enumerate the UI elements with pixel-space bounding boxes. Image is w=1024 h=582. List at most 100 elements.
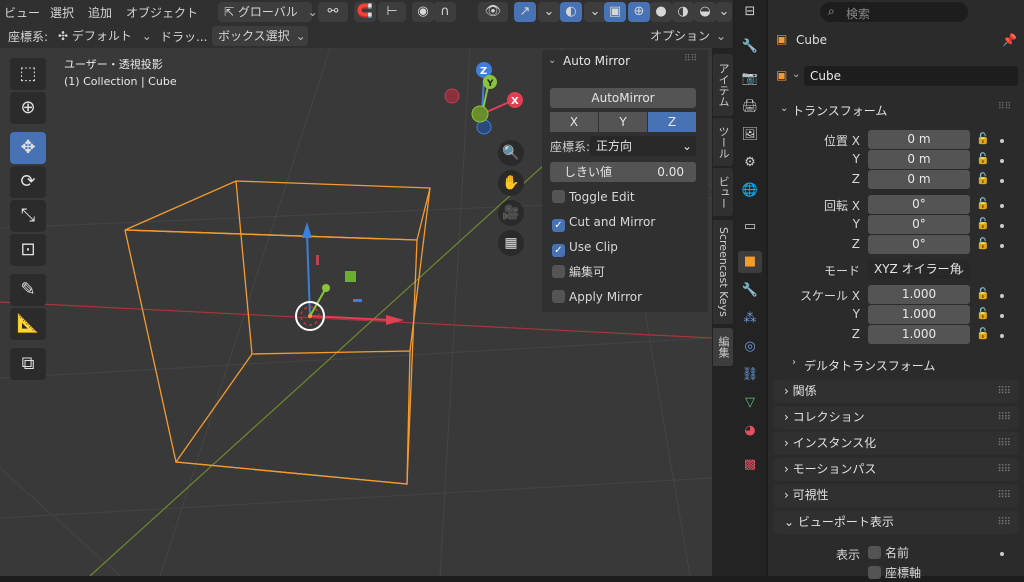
lock-icon[interactable]: 🔓 <box>976 287 990 300</box>
camera-button[interactable]: 🎥 <box>498 200 524 226</box>
tab-view[interactable]: ビュー <box>713 168 733 216</box>
overlays-icon[interactable]: ◐ <box>560 2 582 22</box>
collections-section[interactable]: › コレクション ⠿⠿ <box>774 406 1018 429</box>
keyframe-dot-icon[interactable] <box>1000 552 1004 556</box>
axis-navigator[interactable]: Z Y X <box>444 62 523 135</box>
keyframe-dot-icon[interactable] <box>1000 244 1004 248</box>
scale-x-field[interactable]: 1.000 <box>868 285 970 304</box>
pin-icon[interactable]: 📌 <box>1002 33 1017 47</box>
lock-icon[interactable]: 🔓 <box>976 172 990 185</box>
falloff-icon[interactable]: ∩ <box>434 2 456 22</box>
transform-tool[interactable]: ⊡ <box>10 234 46 266</box>
rotation-x-field[interactable]: 0° <box>868 195 970 214</box>
toggle-edit-checkbox[interactable]: Toggle Edit <box>552 188 635 206</box>
editor-type-icon[interactable]: ⊟ <box>738 1 762 23</box>
scale-y-field[interactable]: 1.000 <box>868 305 970 324</box>
xray-icon[interactable]: ▣ <box>604 2 626 22</box>
overlays-dropdown-icon[interactable]: ⌄ <box>584 2 606 22</box>
keyframe-dot-icon[interactable] <box>1000 334 1004 338</box>
viewport-display-section[interactable]: ⌄ ビューポート表示 ⠿⠿ <box>774 511 1018 534</box>
visibility-section[interactable]: › 可視性 ⠿⠿ <box>774 484 1018 507</box>
keyframe-dot-icon[interactable] <box>1000 159 1004 163</box>
menu-add[interactable]: 追加 <box>88 4 112 21</box>
drag-dropdown[interactable]: ボックス選択 <box>212 26 308 46</box>
lock-icon[interactable]: 🔓 <box>976 327 990 340</box>
panel-grip-icon[interactable]: ⠿⠿ <box>684 54 697 64</box>
axis-y-toggle[interactable]: Y <box>599 112 647 132</box>
location-x-field[interactable]: 0 m <box>868 130 970 149</box>
keyframe-dot-icon[interactable] <box>1000 139 1004 143</box>
particles-icon[interactable]: ⁂ <box>738 308 762 330</box>
grip-icon[interactable]: ⠿⠿ <box>998 102 1011 112</box>
view-layer-icon[interactable]: 🖼 <box>738 124 762 146</box>
3d-viewport[interactable]: Z Y X ユーザー・透視投影 (1) Collection | Cube ⬚ … <box>0 48 712 576</box>
keyframe-dot-icon[interactable] <box>1000 294 1004 298</box>
world-properties-icon[interactable]: 🌐 <box>738 180 762 202</box>
texture-icon[interactable]: ▩ <box>738 454 762 476</box>
transform-section-title[interactable]: トランスフォーム <box>792 102 887 119</box>
render-properties-icon[interactable]: 📷 <box>738 68 762 90</box>
tool-properties-icon[interactable]: 🔧 <box>738 36 762 58</box>
show-axes-checkbox[interactable]: 座標軸 <box>868 564 921 582</box>
lock-icon[interactable]: 🔓 <box>976 197 990 210</box>
rotation-mode-dropdown[interactable]: XYZ オイラー角 ⌄ <box>868 260 970 279</box>
motion-paths-section[interactable]: › モーションパス ⠿⠿ <box>774 458 1018 481</box>
tab-screencast-keys[interactable]: Screencast Keys <box>713 220 733 324</box>
transform-orientation-dropdown[interactable]: ⇱ グローバル <box>218 2 312 22</box>
snap-icon[interactable]: 🧲 <box>354 2 376 22</box>
coord-dropdown[interactable]: ✣ デフォルト <box>52 26 150 46</box>
shading-dropdown-icon[interactable]: ⌄ <box>716 2 732 22</box>
cut-and-mirror-checkbox[interactable]: ✓ Cut and Mirror <box>552 213 655 232</box>
lock-icon[interactable]: 🔓 <box>976 217 990 230</box>
pan-button[interactable]: ✋ <box>498 170 524 196</box>
cursor-tool[interactable]: ⊕ <box>10 92 46 124</box>
keyframe-dot-icon[interactable] <box>1000 314 1004 318</box>
shading-rendered-icon[interactable]: ◒ <box>694 2 716 22</box>
threshold-field[interactable]: しきい値 0.00 <box>550 162 696 182</box>
orientation-dropdown[interactable]: 正方向 ⌄ <box>590 136 696 156</box>
pivot-point-icon[interactable]: ⚯ <box>318 2 348 22</box>
location-y-field[interactable]: 0 m <box>868 150 970 169</box>
menu-view[interactable]: ビュー <box>4 4 40 21</box>
location-z-field[interactable]: 0 m <box>868 170 970 189</box>
snap-target-icon[interactable]: ⊢ <box>378 2 406 22</box>
delta-transform-subsection[interactable]: デルタトランスフォーム <box>804 357 935 374</box>
gizmo-icon[interactable]: ↗ <box>514 2 536 22</box>
editable-checkbox[interactable]: 編集可 <box>552 263 605 281</box>
object-properties-icon[interactable]: ■ <box>738 251 762 273</box>
constraints-icon[interactable]: ⛓ <box>738 364 762 386</box>
axis-x-toggle[interactable]: X <box>550 112 598 132</box>
tab-tool[interactable]: ツール <box>713 118 733 166</box>
show-name-checkbox[interactable]: 名前 <box>868 544 909 562</box>
lock-icon[interactable]: 🔓 <box>976 132 990 145</box>
visibility-eye-icon[interactable]: 👁 <box>478 2 508 22</box>
keyframe-dot-icon[interactable] <box>1000 204 1004 208</box>
ortho-toggle-button[interactable]: ▦ <box>498 230 524 256</box>
add-cube-tool[interactable]: ⧉ <box>10 348 46 380</box>
proportional-edit-icon[interactable]: ◉ <box>412 2 434 22</box>
instancing-section[interactable]: › インスタンス化 ⠿⠿ <box>774 432 1018 455</box>
object-name-field[interactable]: Cube <box>804 66 1018 86</box>
collapse-chevron-icon[interactable]: ⌄ <box>548 55 556 66</box>
tab-item[interactable]: アイテム <box>713 54 733 116</box>
select-box-tool[interactable]: ⬚ <box>10 58 46 90</box>
relations-section[interactable]: › 関係 ⠿⠿ <box>774 380 1018 403</box>
lock-icon[interactable]: 🔓 <box>976 307 990 320</box>
search-input[interactable]: ⌕ 検索 <box>820 2 968 22</box>
object-selector[interactable]: ▣ ⌄ <box>774 66 806 86</box>
keyframe-dot-icon[interactable] <box>1000 179 1004 183</box>
shading-solid-icon[interactable]: ● <box>650 2 672 22</box>
menu-object[interactable]: オブジェクト <box>126 4 198 21</box>
expand-chevron-icon[interactable]: › <box>792 357 796 368</box>
automirror-button[interactable]: AutoMirror <box>550 88 696 108</box>
material-icon[interactable]: ◕ <box>738 420 762 442</box>
lock-icon[interactable]: 🔓 <box>976 152 990 165</box>
object-data-icon[interactable]: ▽ <box>738 392 762 414</box>
zoom-button[interactable]: 🔍 <box>498 140 524 166</box>
gizmo-dropdown-icon[interactable]: ⌄ <box>538 2 560 22</box>
axis-z-toggle[interactable]: Z <box>648 112 696 132</box>
rotate-tool[interactable]: ⟳ <box>10 166 46 198</box>
rotation-y-field[interactable]: 0° <box>868 215 970 234</box>
shading-material-icon[interactable]: ◑ <box>672 2 694 22</box>
modifier-properties-icon[interactable]: 🔧 <box>738 280 762 302</box>
